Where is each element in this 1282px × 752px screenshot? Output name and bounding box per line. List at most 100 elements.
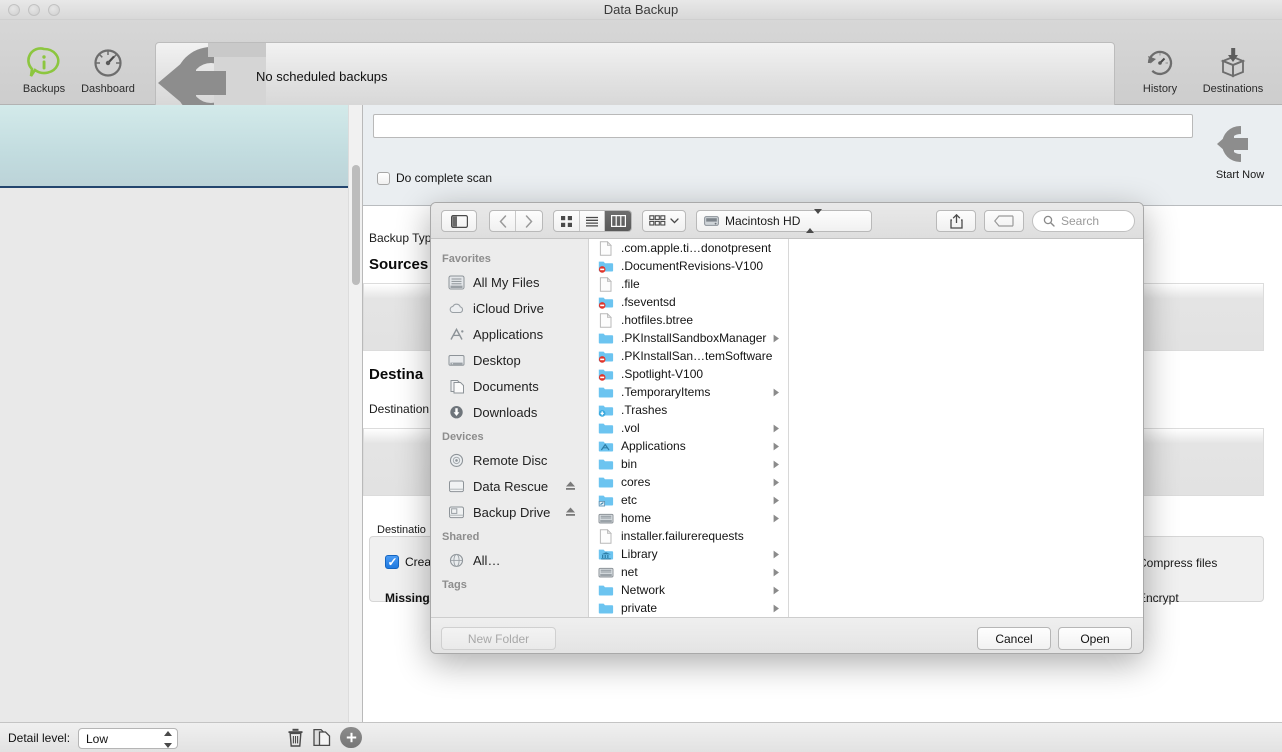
file-row[interactable]: .PKInstallSandboxManager [589, 329, 788, 347]
disclosure-arrow-icon [773, 568, 780, 577]
optical-disc-icon [448, 453, 465, 468]
file-row[interactable]: Library [589, 545, 788, 563]
file-row[interactable]: .fseventsd [589, 293, 788, 311]
eject-icon[interactable] [565, 480, 576, 491]
sidebar-item-label: Documents [473, 379, 539, 394]
file-row[interactable]: bin [589, 455, 788, 473]
sidebar-item-all-shared[interactable]: All… [431, 547, 588, 573]
back-button[interactable] [490, 211, 516, 231]
search-field[interactable]: Search [1032, 210, 1135, 232]
file-row[interactable]: .Spotlight-V100 [589, 365, 788, 383]
eject-icon[interactable] [565, 506, 576, 517]
file-row[interactable]: .DocumentRevisions-V100 [589, 257, 788, 275]
sidebar-scrollbar-thumb[interactable] [352, 165, 360, 285]
file-row[interactable]: .file [589, 275, 788, 293]
duplicate-icon[interactable] [313, 728, 331, 747]
open-button[interactable]: Open [1058, 627, 1132, 650]
sidebar-item-label: Data Rescue [473, 479, 548, 494]
bottom-toolbar: Detail level: Low Revert Save [0, 722, 1282, 752]
status-banner-text: No scheduled backups [256, 69, 388, 84]
sidebar-item-all-my-files[interactable]: All My Files [431, 269, 588, 295]
file-row[interactable]: Applications [589, 437, 788, 455]
main-toolbar: Backups Dashboard [0, 20, 1282, 105]
file-row[interactable]: net [589, 563, 788, 581]
chevron-down-icon [670, 218, 679, 224]
sidebar-item-backup-drive[interactable]: Backup Drive [431, 499, 588, 525]
file-row[interactable]: etc [589, 491, 788, 509]
share-button[interactable] [936, 210, 976, 232]
file-row[interactable]: private [589, 599, 788, 617]
file-name: .hotfiles.btree [621, 313, 693, 327]
sidebar-toggle-button[interactable] [441, 210, 477, 232]
file-name: .PKInstallSandboxManager [621, 331, 766, 345]
sidebar-section-header: Tags [431, 573, 588, 595]
disclosure-arrow-icon [773, 586, 780, 595]
file-row[interactable]: .PKInstallSan…temSoftware [589, 347, 788, 365]
sidebar-item-label: Applications [473, 327, 543, 342]
sidebar-item-downloads[interactable]: Downloads [431, 399, 588, 425]
view-mode-column-button[interactable] [605, 211, 631, 231]
file-column-1[interactable]: .com.apple.ti…donotpresent .DocumentRevi… [589, 239, 789, 617]
gauge-icon [91, 46, 125, 80]
toolbar-item-destinations[interactable]: Destinations [1190, 46, 1276, 95]
complete-scan-checkbox[interactable]: Do complete scan [377, 171, 492, 185]
sidebar-item-icloud-drive[interactable]: iCloud Drive [431, 295, 588, 321]
sidebar-item-documents[interactable]: Documents [431, 373, 588, 399]
sidebar-item-desktop[interactable]: Desktop [431, 347, 588, 373]
cancel-button[interactable]: Cancel [977, 627, 1051, 650]
file-row[interactable]: .TemporaryItems [589, 383, 788, 401]
add-button[interactable] [340, 727, 362, 748]
sidebar-item-applications[interactable]: Applications [431, 321, 588, 347]
create-folder-checkbox[interactable]: Crea [385, 555, 431, 569]
file-row[interactable]: .Trashes [589, 401, 788, 419]
sidebar-item-remote-disc[interactable]: Remote Disc [431, 447, 588, 473]
trash-icon[interactable] [287, 728, 304, 747]
file-name: .com.apple.ti…donotpresent [621, 241, 771, 255]
file-row[interactable]: home [589, 509, 788, 527]
path-popup-button[interactable]: Macintosh HD [696, 210, 872, 232]
folder-trash-icon [598, 403, 614, 418]
folder-icon [598, 583, 614, 598]
toolbar-item-backups[interactable]: Backups [8, 46, 80, 95]
sidebar-item-label: All My Files [473, 275, 539, 290]
detail-level-select[interactable]: Low [78, 728, 178, 749]
search-placeholder-label: Search [1061, 214, 1099, 228]
arrange-button[interactable] [642, 210, 686, 232]
file-row[interactable]: .com.apple.ti…donotpresent [589, 239, 788, 257]
create-folder-label: Crea [405, 555, 431, 569]
document-icon [598, 529, 614, 544]
file-row[interactable]: .vol [589, 419, 788, 437]
toolbar-item-history[interactable]: History [1124, 46, 1196, 95]
new-folder-button[interactable]: New Folder [441, 627, 556, 650]
file-row[interactable]: cores [589, 473, 788, 491]
path-popup-label: Macintosh HD [725, 214, 800, 228]
arrange-grid-icon [649, 215, 666, 227]
view-mode-icon-button[interactable] [554, 211, 580, 231]
tag-button[interactable] [984, 210, 1024, 232]
toolbar-item-label: Dashboard [81, 83, 135, 95]
file-column-2[interactable] [790, 239, 1144, 617]
backup-type-label: Backup Typ [369, 231, 431, 245]
dialog-footer: New Folder Cancel Open [431, 617, 1144, 654]
sidebar-item-label: Desktop [473, 353, 521, 368]
downloads-icon [448, 405, 465, 420]
sidebar-scrollbar[interactable] [348, 105, 362, 722]
folder-restricted-icon [598, 259, 614, 274]
box-download-icon [1216, 46, 1250, 80]
toolbar-item-dashboard[interactable]: Dashboard [72, 46, 144, 95]
file-row[interactable]: Network [589, 581, 788, 599]
sidebar-section-header: Favorites [431, 247, 588, 269]
title-bar: Data Backup [0, 0, 1282, 20]
view-mode-list-button[interactable] [580, 211, 606, 231]
detail-level-value: Low [86, 732, 108, 746]
file-row[interactable]: .hotfiles.btree [589, 311, 788, 329]
start-now-button[interactable]: Start Now [1208, 123, 1272, 181]
forward-button[interactable] [516, 211, 542, 231]
file-row[interactable]: installer.failurerequests [589, 527, 788, 545]
sidebar-selected-item[interactable] [0, 105, 349, 188]
column-view-icon [611, 215, 626, 227]
sidebar-item-data-rescue[interactable]: Data Rescue [431, 473, 588, 499]
file-name: .Trashes [621, 403, 667, 417]
scan-input[interactable] [373, 114, 1193, 138]
hard-drive-icon [448, 505, 465, 520]
